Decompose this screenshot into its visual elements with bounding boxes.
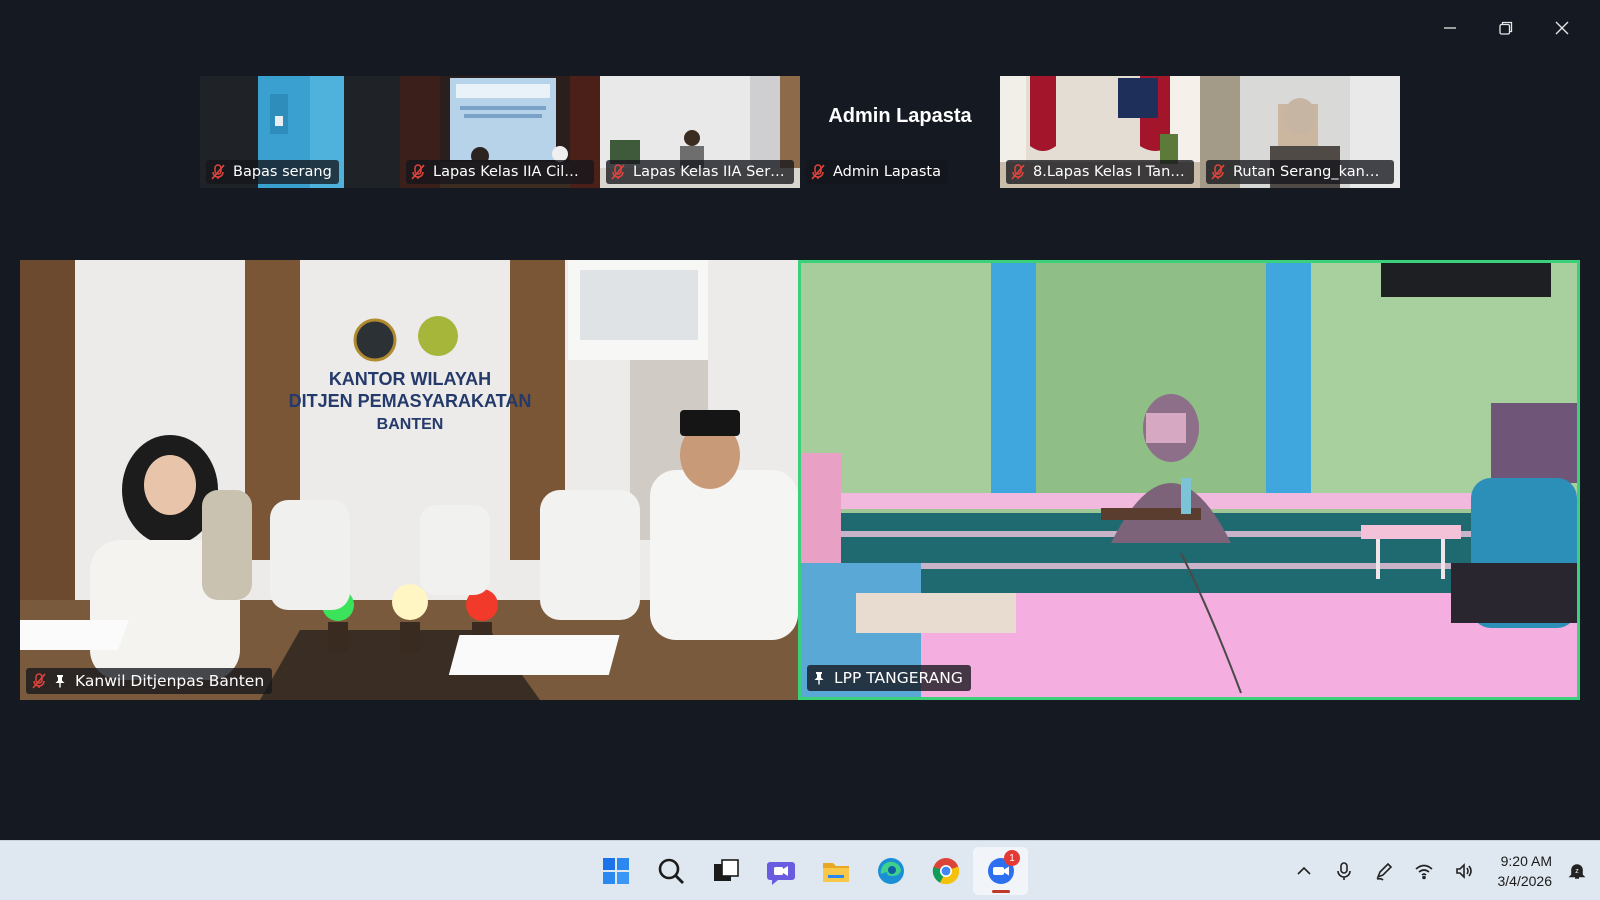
chrome-icon	[932, 858, 959, 885]
participant-label: Kanwil Ditjenpas Banten	[26, 668, 273, 694]
mic-off-icon	[811, 164, 825, 180]
participant-tile-rutan-serang[interactable]: Rutan Serang_kanwil ...	[1200, 76, 1400, 188]
participant-label: Bapas serang	[206, 160, 339, 184]
wall-text-line-1: KANTOR WILAYAH	[329, 369, 491, 389]
pen-button[interactable]	[1364, 851, 1404, 891]
file-explorer-icon	[822, 863, 849, 882]
participant-label: Rutan Serang_kanwil ...	[1206, 160, 1394, 184]
notification-badge: 1	[1004, 850, 1020, 866]
clock-time: 9:20 AM	[1500, 853, 1552, 869]
mic-off-icon	[211, 164, 225, 180]
search-icon	[658, 858, 684, 884]
participant-label: Lapas Kelas IIA Serang	[606, 160, 794, 184]
participant-name: 8.Lapas Kelas I Tangera...	[1033, 164, 1187, 180]
wifi-button[interactable]	[1404, 851, 1444, 891]
task-view-icon	[713, 859, 739, 881]
wifi-icon	[1414, 864, 1433, 880]
windows-start-icon	[602, 858, 629, 884]
clock-date: 3/4/2026	[1497, 873, 1553, 889]
pin-icon	[814, 672, 824, 685]
participant-name: Admin Lapasta	[833, 164, 941, 180]
participant-tile-lapas-serang[interactable]: Lapas Kelas IIA Serang	[600, 76, 800, 188]
svg-text:z: z	[1575, 868, 1579, 875]
chat-button[interactable]	[753, 847, 808, 895]
start-button[interactable]	[588, 847, 643, 895]
wall-text-line-3: BANTEN	[377, 416, 444, 433]
taskbar-apps: 1	[588, 841, 1028, 900]
participant-label: Lapas Kelas IIA Cilegon	[406, 160, 594, 184]
restore-button[interactable]	[1478, 10, 1534, 46]
file-explorer-button[interactable]	[808, 847, 863, 895]
volume-button[interactable]	[1444, 851, 1484, 891]
participant-strip: Bapas serang Lapas Kelas IIA Cilegon Lap…	[200, 76, 1400, 188]
edge-button[interactable]	[863, 847, 918, 895]
participant-label: LPP TANGERANG	[807, 665, 971, 691]
mic-off-icon	[611, 164, 625, 180]
participant-name: Bapas serang	[233, 164, 332, 180]
participant-label: 8.Lapas Kelas I Tangera...	[1006, 160, 1194, 184]
task-view-button[interactable]	[698, 847, 753, 895]
participant-name: Kanwil Ditjenpas Banten	[75, 672, 265, 690]
main-video-kanwil[interactable]: KANTOR WILAYAH DITJEN PEMASYARAKATAN BAN…	[20, 260, 798, 700]
pen-icon	[1376, 862, 1392, 881]
show-hidden-icons-button[interactable]	[1284, 851, 1324, 891]
chevron-up-icon	[1296, 866, 1311, 875]
edge-icon	[877, 858, 904, 884]
minimize-icon	[1444, 27, 1456, 29]
pin-icon	[55, 675, 65, 688]
participant-name: LPP TANGERANG	[834, 669, 963, 687]
window-controls	[1422, 10, 1590, 46]
participant-display-name: Admin Lapasta	[828, 104, 972, 127]
search-button[interactable]	[643, 847, 698, 895]
minimize-button[interactable]	[1422, 10, 1478, 46]
video-feed: KANTOR WILAYAH DITJEN PEMASYARAKATAN BAN…	[20, 260, 798, 700]
close-icon	[1555, 21, 1569, 35]
participant-name: Lapas Kelas IIA Serang	[633, 164, 787, 180]
restore-icon	[1499, 21, 1513, 35]
close-button[interactable]	[1534, 10, 1590, 46]
participant-tile-lapas-cilegon[interactable]: Lapas Kelas IIA Cilegon	[400, 76, 600, 188]
chrome-button[interactable]	[918, 847, 973, 895]
participant-tile-lapas-tangerang[interactable]: 8.Lapas Kelas I Tangera...	[1000, 76, 1200, 188]
mic-off-icon	[1011, 164, 1025, 180]
chat-icon	[766, 862, 795, 885]
participant-tile-admin-lapasta[interactable]: Admin Lapasta Admin Lapasta	[800, 76, 1000, 188]
participant-tile-bapas-serang[interactable]: Bapas serang	[200, 76, 400, 188]
mic-off-icon	[411, 164, 425, 180]
system-tray: 9:20 AM 3/4/2026 z	[1284, 841, 1600, 900]
microphone-icon	[1336, 862, 1351, 880]
microphone-button[interactable]	[1324, 851, 1364, 891]
clock[interactable]: 9:20 AM 3/4/2026	[1484, 851, 1561, 891]
volume-icon	[1455, 863, 1472, 879]
participant-name: Lapas Kelas IIA Cilegon	[433, 164, 587, 180]
mic-off-icon	[1211, 164, 1225, 180]
participant-name: Rutan Serang_kanwil ...	[1233, 164, 1387, 180]
video-feed	[801, 263, 1577, 697]
taskbar: 1 9:20 AM 3/4/2026 z	[0, 840, 1600, 900]
main-video-lpp-tangerang[interactable]: LPP TANGERANG	[798, 260, 1580, 700]
wall-text-line-2: DITJEN PEMASYARAKATAN	[289, 391, 532, 411]
bell-icon: z	[1568, 864, 1586, 879]
notifications-button[interactable]: z	[1560, 851, 1594, 891]
mic-off-icon	[32, 673, 46, 689]
zoom-button[interactable]: 1	[973, 847, 1028, 895]
participant-label: Admin Lapasta	[806, 160, 948, 184]
